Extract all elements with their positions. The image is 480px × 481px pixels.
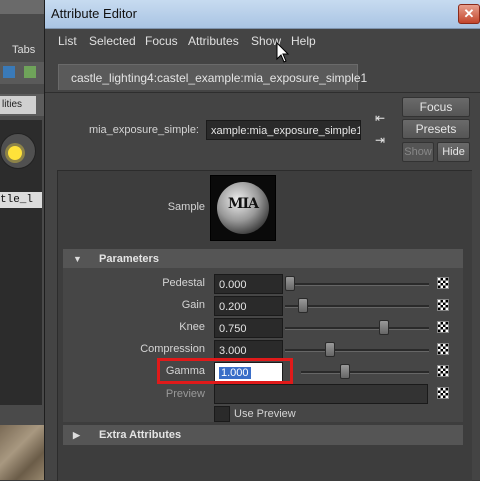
- map-checker-icon[interactable]: [437, 299, 449, 311]
- menu-attributes[interactable]: Attributes: [188, 34, 239, 48]
- gamma-slider[interactable]: [301, 371, 429, 374]
- gamma-slider-thumb[interactable]: [339, 364, 350, 379]
- compression-slider-thumb[interactable]: [325, 342, 336, 357]
- extra-attributes-section-header[interactable]: ▶ Extra Attributes: [63, 425, 463, 445]
- tab-node[interactable]: castle_lighting4:castel_example:mia_expo…: [58, 64, 367, 90]
- map-checker-icon[interactable]: [437, 343, 449, 355]
- collapse-triangle-icon: ▼: [73, 254, 82, 264]
- pedestal-slider[interactable]: [285, 283, 429, 286]
- gain-slider-thumb[interactable]: [298, 298, 309, 313]
- map-checker-icon[interactable]: [437, 387, 449, 399]
- input-connection-icon[interactable]: ⇤: [372, 110, 388, 126]
- node-tab-bar: castle_lighting4:castel_example:mia_expo…: [45, 58, 480, 93]
- output-connection-icon[interactable]: ⇥: [372, 132, 388, 148]
- utility-tab-row: lities: [0, 94, 46, 116]
- gain-field[interactable]: 0.200: [214, 296, 283, 316]
- highlight-annotation: [157, 358, 293, 384]
- map-checker-icon[interactable]: [437, 365, 449, 377]
- node-name-label: mia_exposure_simple:: [88, 124, 199, 136]
- use-preview-checkbox[interactable]: [214, 406, 230, 422]
- pedestal-label: Pedestal: [162, 277, 205, 289]
- use-preview-label: Use Preview: [234, 408, 296, 420]
- map-checker-icon[interactable]: [437, 321, 449, 333]
- compression-label: Compression: [140, 343, 205, 355]
- pedestal-field[interactable]: 0.000: [214, 274, 283, 294]
- background-tabs-label[interactable]: Tabs: [12, 44, 35, 56]
- attribute-editor-window: Attribute Editor ✕ List Selected Focus A…: [44, 0, 480, 481]
- parameters-section-header[interactable]: ▼ Parameters: [63, 249, 463, 269]
- window-title: Attribute Editor: [51, 6, 137, 21]
- compression-field[interactable]: 3.000: [214, 340, 283, 360]
- preview-label: Preview: [165, 388, 205, 400]
- title-bar[interactable]: Attribute Editor ✕: [45, 0, 480, 29]
- viewport-texture: [0, 425, 46, 480]
- menu-help[interactable]: Help: [291, 34, 316, 48]
- focus-button[interactable]: Focus: [402, 97, 470, 117]
- menu-bar: List Selected Focus Attributes Show Help: [45, 29, 480, 53]
- hide-button[interactable]: Hide: [437, 142, 470, 162]
- pedestal-slider-thumb[interactable]: [285, 276, 295, 291]
- sample-label: Sample: [167, 201, 205, 213]
- show-button[interactable]: Show: [402, 142, 434, 162]
- extra-attributes-section-title: Extra Attributes: [99, 429, 182, 441]
- compression-slider[interactable]: [285, 349, 429, 352]
- preview-field[interactable]: [214, 384, 428, 404]
- parameters-section-title: Parameters: [99, 253, 159, 265]
- sample-swatch[interactable]: MIA: [210, 175, 276, 241]
- mia-logo: MIA: [228, 196, 259, 212]
- sun-light-icon: [8, 146, 22, 160]
- node-name-field[interactable]: xample:mia_exposure_simple1: [206, 120, 361, 140]
- gain-label: Gain: [181, 299, 205, 311]
- knee-slider[interactable]: [285, 327, 429, 330]
- close-icon[interactable]: ✕: [458, 4, 480, 24]
- knee-slider-thumb[interactable]: [378, 320, 389, 335]
- menu-focus[interactable]: Focus: [145, 34, 178, 48]
- background-app: Tabs lities tle_l: [0, 0, 46, 480]
- mouse-cursor-icon: [276, 42, 290, 63]
- knee-field[interactable]: 0.750: [214, 318, 283, 338]
- map-checker-icon[interactable]: [437, 277, 449, 289]
- presets-button[interactable]: Presets: [402, 119, 470, 139]
- knee-label: Knee: [179, 321, 205, 333]
- expand-triangle-icon: ▶: [73, 430, 80, 440]
- background-menubar: [0, 0, 46, 14]
- menu-list[interactable]: List: [58, 34, 77, 48]
- shelf-tool-icon[interactable]: [24, 66, 36, 78]
- shelf-tool-icon[interactable]: [3, 66, 15, 78]
- background-shelf: [0, 62, 46, 84]
- utility-tab[interactable]: lities: [0, 96, 36, 114]
- outliner-item-label[interactable]: tle_l: [0, 192, 42, 208]
- menu-selected[interactable]: Selected: [89, 34, 136, 48]
